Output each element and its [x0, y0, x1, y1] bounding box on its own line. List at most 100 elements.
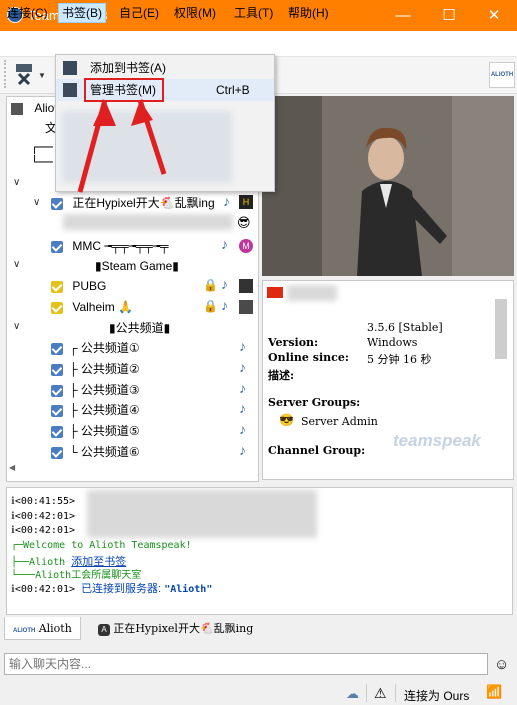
maximize-button[interactable]: ☐: [426, 0, 472, 31]
scrollbar-thumb[interactable]: [495, 299, 507, 359]
welcome-line: ┌─Welcome to Alioth Teamspeak!: [11, 540, 192, 551]
scroll-left-icon[interactable]: ◀: [9, 463, 17, 473]
version-value: 3.5.6 [Stable]: [367, 321, 443, 334]
server-badge: ALIOTH: [489, 62, 515, 88]
channel-row[interactable]: └ 公共频道⑥: [51, 442, 140, 462]
platform-value: Windows: [367, 336, 418, 349]
channel-name: └ 公共频道⑥: [69, 445, 140, 459]
channel-icon: [51, 446, 63, 459]
chat-line: ℹ<00:41:55>: [11, 496, 76, 507]
disconnect-icon[interactable]: [14, 62, 36, 86]
tab-label: Alioth: [38, 622, 72, 635]
chat-log[interactable]: ℹ<00:41:55> ℹ<00:42:01> ℹ<00:42:01> ┌─We…: [6, 487, 513, 615]
minimize-button[interactable]: —: [380, 0, 426, 31]
channel-row[interactable]: ├ 公共频道③: [51, 380, 140, 400]
channel-name: ┌ 公共频道①: [69, 341, 140, 355]
spacer-channel[interactable]: ▮Steam Game▮: [95, 256, 179, 276]
chat-tabs: ALIOTH Alioth A 正在Hypixel开大🐔乱飘ing: [0, 617, 517, 641]
channel-name: MMC ╼╤╤╼╤╤╼╤: [72, 239, 169, 253]
menu-help[interactable]: 帮助(H): [285, 4, 332, 22]
channel-row[interactable]: ├ 公共频道②: [51, 359, 140, 379]
chat-time: <00:42:01>: [14, 511, 76, 522]
server-banner-image: [262, 96, 514, 276]
lock-icon: 🔒: [203, 278, 218, 292]
redacted-name: [287, 285, 337, 301]
chevron-down-icon[interactable]: ▼: [38, 71, 46, 80]
music-note-icon: ♪: [221, 236, 228, 252]
music-note-icon: ♪: [223, 193, 230, 209]
expand-arrow-icon[interactable]: ∨: [13, 177, 20, 188]
chat-time: <00:42:01>: [14, 525, 76, 536]
menu-bookmarks[interactable]: 书签(B): [58, 3, 106, 23]
menu-item-add-bookmark[interactable]: 添加到书签(A): [56, 57, 274, 79]
bookmark-add-icon: [63, 61, 77, 75]
union-line: └───Alioth工会所属聊天室: [11, 570, 142, 581]
teamspeak-watermark: teamspeak: [393, 431, 481, 450]
channel-icon: [51, 363, 63, 376]
server-group-value: Server Admin: [301, 415, 378, 428]
channel-row[interactable]: PUBG: [51, 276, 106, 296]
server-info-panel: 3.5.6 [Stable] Version: Windows Online s…: [262, 280, 514, 480]
chat-line: ℹ<00:42:01>: [11, 525, 76, 536]
channel-chat-icon: A: [98, 624, 110, 636]
menu-item-label: 添加到书签(A): [90, 61, 166, 75]
channel-row[interactable]: ┌ 公共频道①: [51, 338, 140, 358]
channel-name: PUBG: [72, 279, 107, 293]
connected-line: ℹ<00:42:01> 已连接到服务器: "Alioth": [11, 583, 213, 595]
channel-icon: [51, 280, 63, 293]
signal-icon: 📶: [486, 684, 503, 699]
channel-group-label: Channel Group:: [268, 444, 366, 457]
bookmark-manage-icon: [63, 83, 77, 97]
moderator-badge-icon: M: [239, 239, 253, 253]
music-note-icon: ♪: [239, 421, 246, 437]
chat-line: ℹ<00:42:01>: [11, 511, 76, 522]
channel-name: ├ 公共频道②: [69, 362, 140, 376]
channel-icon: [51, 342, 63, 355]
close-button[interactable]: ✕: [471, 0, 517, 31]
music-note-icon: ♪: [239, 359, 246, 375]
connected-text: 已连接到服务器:: [81, 583, 165, 595]
music-note-icon: ♪: [239, 400, 246, 416]
music-note-icon: ♪: [239, 338, 246, 354]
expand-arrow-icon[interactable]: ∨: [13, 321, 20, 332]
menu-tools[interactable]: 工具(T): [231, 4, 276, 22]
tree-connector: └──: [31, 155, 53, 169]
menu-self[interactable]: 自己(E): [116, 4, 162, 22]
divider: [395, 684, 396, 702]
channel-icon: [51, 197, 63, 210]
emoji-icon[interactable]: ☺: [494, 656, 509, 673]
channel-name: ├ 公共频道④: [69, 403, 140, 417]
toolbar-grip[interactable]: [4, 60, 14, 88]
channel-row[interactable]: ├ 公共频道④: [51, 400, 140, 420]
chat-input[interactable]: [4, 653, 488, 675]
channel-row[interactable]: ├ 公共频道⑤: [51, 421, 140, 441]
channel-icon: [51, 425, 63, 438]
pubg-icon: [239, 279, 253, 293]
cloud-icon[interactable]: ☁: [346, 686, 359, 702]
music-note-icon: ♪: [239, 442, 246, 458]
connection-status: 连接为 Ours: [404, 689, 470, 703]
menu-connect[interactable]: 连接(C): [4, 4, 51, 22]
channel-row[interactable]: 正在Hypixel开大🐔乱飘ing: [51, 193, 215, 213]
channel-name: Valheim 🙏: [72, 300, 134, 314]
channel-row[interactable]: Valheim 🙏: [51, 297, 133, 317]
menu-permissions[interactable]: 权限(M): [171, 4, 219, 22]
expand-arrow-icon[interactable]: ∨: [33, 197, 40, 208]
server-groups-label: Server Groups:: [268, 396, 361, 409]
warning-icon[interactable]: ⚠: [374, 685, 387, 702]
tab-channel[interactable]: A 正在Hypixel开大🐔乱飘ing: [90, 617, 261, 639]
connected-server: "Alioth": [164, 584, 213, 595]
music-note-icon: ♪: [221, 276, 228, 292]
channel-icon: [51, 384, 63, 397]
redacted-messages: [87, 490, 317, 538]
expand-arrow-icon[interactable]: ∨: [13, 259, 20, 270]
tab-server[interactable]: ALIOTH Alioth: [4, 617, 81, 640]
version-label: Version:: [268, 336, 319, 349]
spacer-channel[interactable]: ▮公共频道▮: [109, 318, 170, 338]
description-label: 描述:: [268, 369, 295, 382]
music-note-icon: ♪: [239, 380, 246, 396]
channel-row[interactable]: MMC ╼╤╤╼╤╤╼╤: [51, 236, 169, 256]
channel-icon: [51, 240, 63, 253]
china-flag-icon: [267, 287, 283, 298]
lock-icon: 🔒: [203, 299, 218, 313]
